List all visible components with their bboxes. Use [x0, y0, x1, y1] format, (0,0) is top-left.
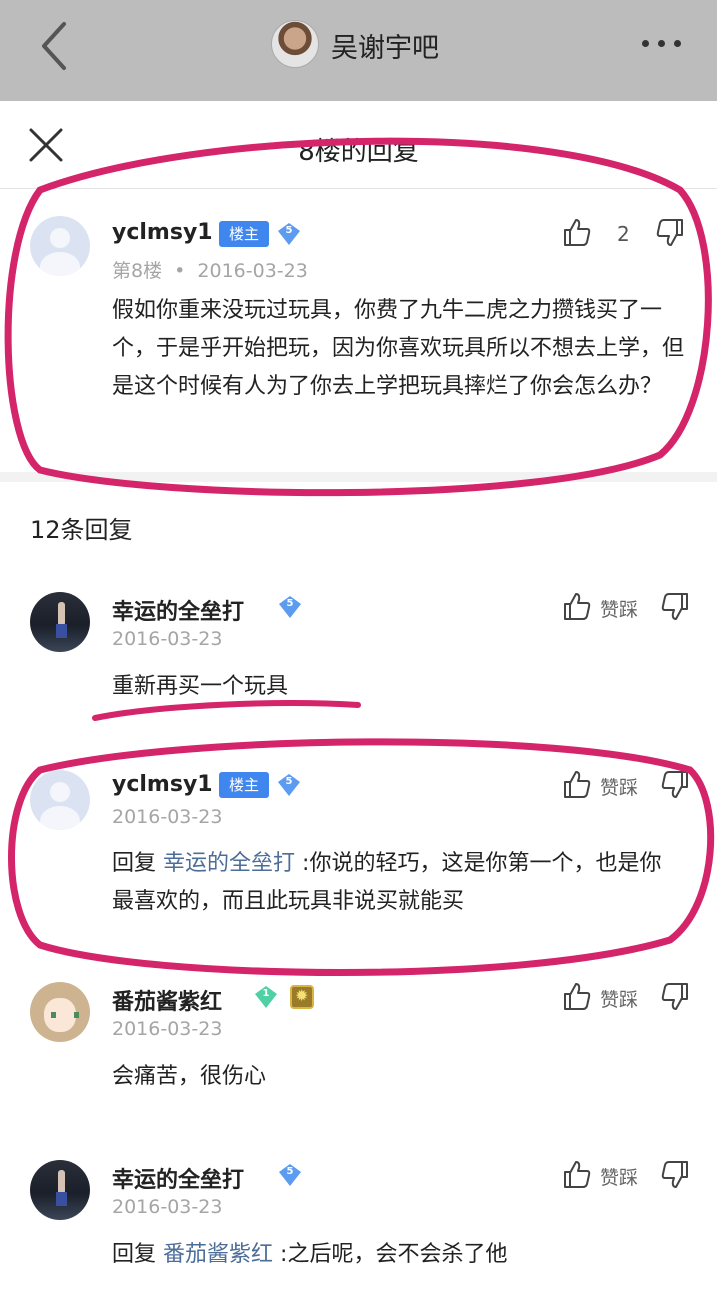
- username[interactable]: 幸运的全垒打: [112, 594, 244, 626]
- level-badge: 5: [278, 595, 302, 619]
- owner-tag: 楼主: [219, 221, 269, 247]
- post-meta: 第8楼 • 2016-03-23: [112, 256, 308, 283]
- reply-text: :之后呢，会不会杀了他: [280, 1242, 508, 1267]
- vote-label[interactable]: 赞踩: [600, 985, 638, 1012]
- level-number: 5: [286, 598, 294, 609]
- reply-prefix: 回复: [112, 851, 157, 876]
- reply-content: 重新再买一个玩具: [112, 674, 289, 699]
- reply-to-user-link[interactable]: 幸运的全垒打: [163, 851, 295, 876]
- chevron-left-icon: [42, 22, 66, 70]
- like-count: 2: [617, 222, 630, 246]
- level-badge: 5: [277, 773, 301, 797]
- reply-date: 2016-03-23: [112, 806, 223, 828]
- post-content: 假如你重来没玩过玩具，你费了九牛二虎之力攒钱买了一个，于是乎开始把玩，因为你喜欢…: [112, 298, 685, 399]
- level-badge: 1: [254, 985, 278, 1009]
- reply-content: 回复 番茄酱紫红 :之后呢，会不会杀了他: [112, 1236, 692, 1274]
- username[interactable]: 幸运的全垒打: [112, 1162, 244, 1194]
- medal-icon: [290, 985, 314, 1009]
- avatar[interactable]: [30, 592, 90, 652]
- top-app-bar: 吴谢宇吧: [0, 0, 717, 101]
- level-number: 5: [286, 1166, 294, 1177]
- avatar[interactable]: [30, 1160, 90, 1220]
- more-dots-icon: [642, 40, 649, 47]
- reply-prefix: 回复: [112, 1242, 157, 1267]
- username[interactable]: yclmsy1: [112, 772, 213, 797]
- meta-separator: •: [174, 260, 186, 282]
- avatar[interactable]: [30, 770, 90, 830]
- thumb-up-icon[interactable]: [562, 1159, 592, 1189]
- annotation-overlay: [4, 137, 715, 976]
- reply-date: 2016-03-23: [112, 1196, 223, 1218]
- sheet-title: 8楼的回复: [298, 137, 419, 167]
- vote-label[interactable]: 赞踩: [600, 595, 638, 622]
- thumb-down-icon[interactable]: [660, 592, 690, 622]
- vote-label[interactable]: 赞踩: [600, 773, 638, 800]
- username[interactable]: yclmsy1: [112, 220, 213, 245]
- reply-content: 回复 幸运的全垒打 :你说的轻巧，这是你第一个，也是你最喜欢的，而且此玩具非说买…: [112, 845, 682, 921]
- reply-content: 会痛苦，很伤心: [112, 1064, 267, 1089]
- thumb-up-icon[interactable]: [562, 591, 592, 621]
- reply-sheet-header: 8楼的回复: [0, 101, 717, 189]
- avatar[interactable]: [30, 982, 90, 1042]
- reply-date: 2016-03-23: [112, 1018, 223, 1040]
- more-button[interactable]: [640, 36, 684, 54]
- level-badge: 5: [278, 1163, 302, 1187]
- thumb-down-icon[interactable]: [660, 1160, 690, 1190]
- thumb-up-icon[interactable]: [562, 769, 592, 799]
- avatar[interactable]: [30, 216, 90, 276]
- thumb-down-icon[interactable]: [655, 218, 685, 248]
- forum-name[interactable]: 吴谢宇吧: [331, 26, 439, 65]
- username[interactable]: 番茄酱紫红: [112, 984, 222, 1016]
- thumb-up-icon[interactable]: [562, 217, 592, 247]
- reply-count: 12条回复: [30, 516, 133, 544]
- thumb-up-icon[interactable]: [562, 981, 592, 1011]
- level-number: 5: [285, 225, 293, 236]
- section-divider: [0, 472, 717, 482]
- level-number: 5: [285, 776, 293, 787]
- floor-number: 第8楼: [112, 260, 163, 282]
- back-button[interactable]: [30, 18, 80, 74]
- reply-date: 2016-03-23: [112, 628, 223, 650]
- forum-avatar[interactable]: [271, 20, 319, 68]
- vote-label[interactable]: 赞踩: [600, 1163, 638, 1190]
- post-date: 2016-03-23: [197, 260, 308, 282]
- owner-tag: 楼主: [219, 772, 269, 798]
- thumb-down-icon[interactable]: [660, 982, 690, 1012]
- thumb-down-icon[interactable]: [660, 770, 690, 800]
- reply-to-user-link[interactable]: 番茄酱紫红: [163, 1242, 273, 1267]
- level-badge: 5: [277, 222, 301, 246]
- level-number: 1: [262, 988, 270, 999]
